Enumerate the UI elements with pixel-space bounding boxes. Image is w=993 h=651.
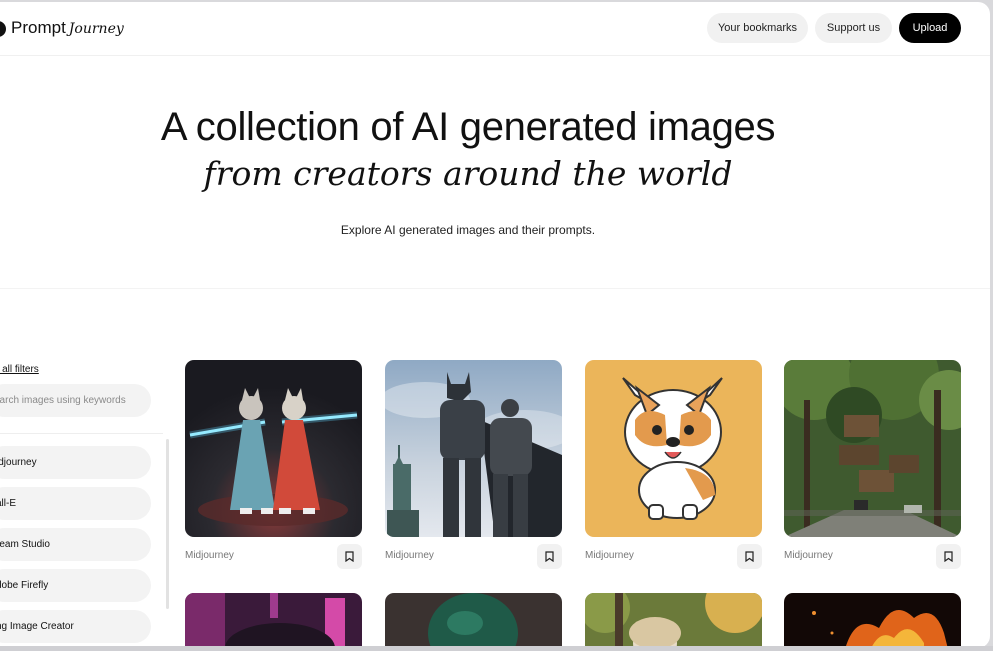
- window-bottom-edge: [0, 646, 993, 651]
- filter-midjourney[interactable]: idjourney: [0, 446, 151, 479]
- card-source: Midjourney: [784, 550, 833, 561]
- card-source: Midjourney: [585, 550, 634, 561]
- card-source: Midjourney: [385, 550, 434, 561]
- hero-title: A collection of AI generated images: [160, 105, 776, 149]
- filter-bing-image-creator[interactable]: ng Image Creator: [0, 610, 151, 643]
- filters-sidebar: r all filters idjourney all-E ream Studi…: [0, 357, 169, 648]
- corgi-sticker-image[interactable]: [585, 360, 762, 537]
- upload-button[interactable]: Upload: [899, 13, 961, 43]
- filter-dall-e[interactable]: all-E: [0, 487, 151, 520]
- divider: [0, 433, 163, 434]
- bookmark-button[interactable]: [537, 544, 562, 569]
- hero-tagline: Explore AI generated images and their pr…: [340, 223, 596, 237]
- autumn-portrait-image[interactable]: [585, 593, 762, 648]
- green-headwrap-portrait-image[interactable]: [385, 593, 562, 648]
- fire-sparks-image[interactable]: [784, 593, 961, 648]
- treehouse-street-image[interactable]: [784, 360, 961, 537]
- hero-subtitle: from creators around the world: [203, 154, 733, 193]
- filter-dream-studio[interactable]: ream Studio: [0, 528, 151, 561]
- logo-icon[interactable]: [0, 21, 6, 37]
- bookmark-icon: [545, 551, 554, 562]
- filter-adobe-firefly[interactable]: dobe Firefly: [0, 569, 151, 602]
- bookmark-button[interactable]: [337, 544, 362, 569]
- bookmark-icon: [745, 551, 754, 562]
- bookmarks-button[interactable]: Your bookmarks: [707, 13, 808, 43]
- search-input[interactable]: [0, 384, 151, 417]
- bookmark-icon: [944, 551, 953, 562]
- batman-statue-image[interactable]: [385, 360, 562, 537]
- samurai-cats-image[interactable]: [185, 360, 362, 537]
- clear-filters-link[interactable]: r all filters: [0, 364, 39, 375]
- logo-script: Journey: [68, 21, 124, 37]
- app-window: Prompt Journey Your bookmarks Support us …: [0, 2, 990, 648]
- logo[interactable]: Prompt Journey: [11, 18, 124, 38]
- support-button[interactable]: Support us: [815, 13, 892, 43]
- bookmark-button[interactable]: [936, 544, 961, 569]
- bookmark-button[interactable]: [737, 544, 762, 569]
- card-source: Midjourney: [185, 550, 234, 561]
- logo-name: Prompt: [11, 18, 66, 37]
- filters-scrollbar[interactable]: [166, 439, 169, 609]
- bookmark-icon: [345, 551, 354, 562]
- neon-city-image[interactable]: [185, 593, 362, 648]
- hero-section: A collection of AI generated images from…: [0, 57, 990, 289]
- navbar: Prompt Journey Your bookmarks Support us …: [0, 2, 990, 56]
